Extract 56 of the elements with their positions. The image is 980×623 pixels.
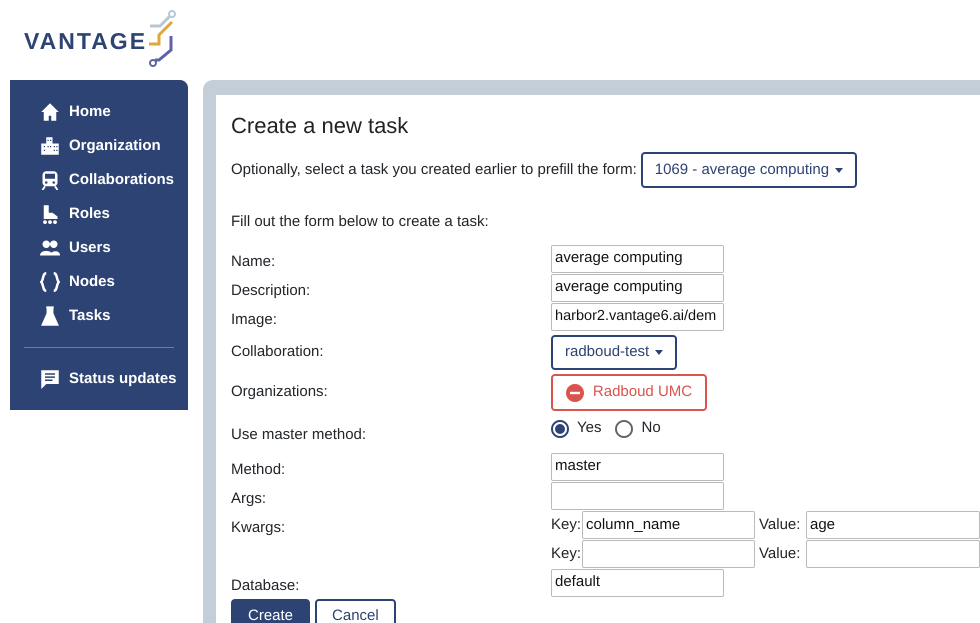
nav-link[interactable]: Collaborations: [10, 163, 188, 197]
field-label: Kwargs:: [231, 518, 286, 538]
users-icon: [40, 238, 60, 258]
nav-link[interactable]: Nodes: [10, 265, 188, 299]
caret-icon: [835, 168, 844, 172]
caret-icon: [655, 350, 664, 355]
prefill-label: Optionally, select a task you created earlier to prefill the form:: [231, 160, 637, 180]
field-label: Collaboration:: [231, 342, 325, 362]
nav-link[interactable]: Home: [10, 95, 188, 129]
logo-text: VANTAGE: [24, 26, 148, 56]
field-label: Name:: [231, 252, 276, 272]
key-label: Key:: [551, 544, 582, 564]
nav-link[interactable]: Roles: [10, 197, 188, 231]
input-field[interactable]: column_name: [582, 511, 755, 539]
value-label: Value:: [759, 544, 802, 564]
input-field[interactable]: [806, 540, 980, 568]
input-field[interactable]: [551, 482, 724, 510]
collaboration-dropdown[interactable]: radboud-test: [551, 335, 678, 370]
page-title: Create a new task: [231, 112, 410, 140]
field-label: Args:: [231, 488, 268, 508]
key-label: Key:: [551, 514, 582, 535]
field-label: Image:: [231, 310, 278, 330]
train-icon: [40, 170, 60, 190]
nav-link[interactable]: Organization: [10, 129, 188, 163]
field-label: Use master method:: [231, 424, 368, 445]
input-field[interactable]: harbor2.vantage6.ai/dem: [551, 302, 724, 330]
intro-text: Fill out the form below to create a task:: [231, 212, 490, 232]
radio-button[interactable]: [551, 420, 569, 438]
flask-icon: [40, 306, 60, 326]
radio-option[interactable]: Yes: [551, 417, 602, 440]
field-label: Description:: [231, 280, 312, 300]
message-icon: [40, 369, 60, 389]
field-label: Method:: [231, 460, 286, 480]
input-field[interactable]: average computing: [551, 274, 724, 302]
organization-chip[interactable]: Radboud UMC: [551, 374, 707, 411]
input-field[interactable]: default: [551, 568, 724, 596]
radio-button[interactable]: [615, 420, 634, 438]
input-field[interactable]: average computing: [551, 244, 724, 272]
home-icon: [40, 102, 60, 122]
task-dropdown[interactable]: 1069 - average computing: [640, 152, 858, 188]
input-field[interactable]: age: [806, 511, 980, 539]
nav-link[interactable]: Status updates: [10, 362, 188, 396]
roller-skate-icon: [40, 204, 60, 224]
nav-link[interactable]: Users: [10, 231, 188, 265]
radio-option[interactable]: No: [615, 417, 661, 440]
input-field[interactable]: [582, 540, 755, 568]
create-button[interactable]: Create: [231, 598, 310, 623]
field-label: Organizations:: [231, 382, 329, 402]
remove-icon: [566, 384, 584, 402]
cancel-button[interactable]: Cancel: [315, 598, 396, 623]
value-label: Value:: [759, 514, 802, 535]
braces-icon: [40, 272, 60, 292]
field-label: Database:: [231, 576, 300, 596]
input-field[interactable]: master: [551, 452, 724, 480]
nav-link[interactable]: Tasks: [10, 299, 188, 333]
building-icon: [40, 136, 60, 156]
